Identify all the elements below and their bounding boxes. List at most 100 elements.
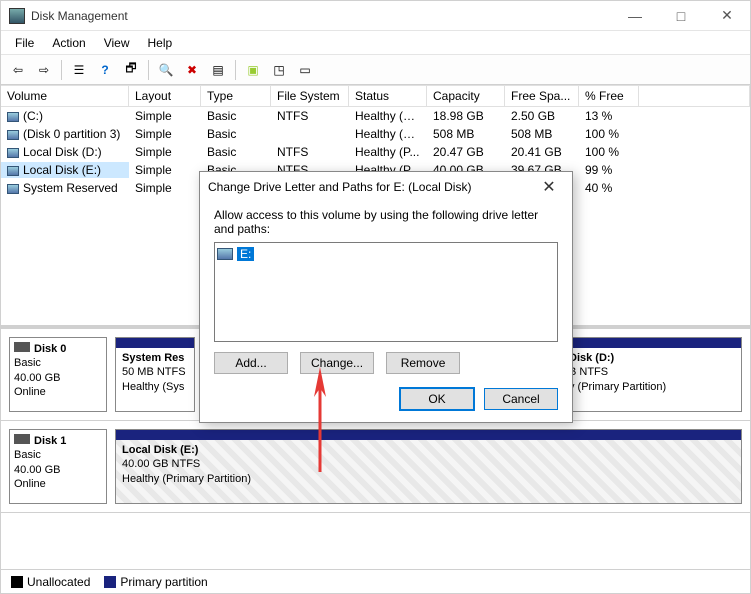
drive-icon: [217, 248, 233, 260]
col-layout[interactable]: Layout: [129, 86, 201, 106]
legend-unallocated: Unallocated: [11, 575, 90, 589]
delete-button[interactable]: ✖: [181, 59, 203, 81]
close-button[interactable]: ✕: [704, 1, 750, 31]
disk-icon: [14, 342, 30, 352]
volume-icon: [7, 112, 19, 122]
toolbar-separator: [148, 60, 149, 80]
cell-pct: 40 %: [579, 180, 639, 196]
list-button[interactable]: ▭: [294, 59, 316, 81]
forward-button[interactable]: ⇨: [33, 59, 55, 81]
dialog-titlebar[interactable]: Change Drive Letter and Paths for E: (Lo…: [200, 172, 572, 202]
change-drive-letter-dialog: Change Drive Letter and Paths for E: (Lo…: [199, 171, 573, 423]
menu-action[interactable]: Action: [44, 34, 93, 52]
col-capacity[interactable]: Capacity: [427, 86, 505, 106]
table-row[interactable]: Local Disk (D:)SimpleBasicNTFSHealthy (P…: [1, 143, 750, 161]
new-volume-button[interactable]: ▣: [242, 59, 264, 81]
dialog-text: Allow access to this volume by using the…: [214, 208, 558, 236]
list-item[interactable]: E:: [217, 245, 555, 263]
help-icon: ?: [101, 63, 108, 77]
back-button[interactable]: ⇦: [7, 59, 29, 81]
table-row[interactable]: (Disk 0 partition 3)SimpleBasicHealthy (…: [1, 125, 750, 143]
back-arrow-icon: ⇦: [13, 63, 23, 77]
cell-type: Basic: [201, 144, 271, 160]
col-free[interactable]: Free Spa...: [505, 86, 579, 106]
list-item-label: E:: [237, 247, 254, 261]
help-button[interactable]: ?: [94, 59, 116, 81]
disk-icon: [14, 434, 30, 444]
col-pct[interactable]: % Free: [579, 86, 639, 106]
cell-capacity: 20.47 GB: [427, 144, 505, 160]
volume-sub: 40.00 GB NTFS: [122, 457, 735, 471]
volume-status: Healthy (Primary Partition): [122, 472, 735, 486]
titlebar[interactable]: Disk Management — □ ✕: [1, 1, 750, 31]
volume-label: Disk (D:): [569, 351, 735, 365]
volume-system-reserved[interactable]: System Res 50 MB NTFS Healthy (Sys: [115, 337, 195, 412]
disk-status: Online: [14, 385, 102, 399]
col-pad: [639, 86, 750, 106]
volume-e[interactable]: Local Disk (E:) 40.00 GB NTFS Healthy (P…: [115, 429, 742, 504]
volume-icon: [7, 148, 19, 158]
cell-free: 508 MB: [505, 126, 579, 142]
table-row[interactable]: (C:)SimpleBasicNTFSHealthy (B...18.98 GB…: [1, 107, 750, 125]
volume-header: [116, 430, 741, 440]
layout-button[interactable]: ☰: [68, 59, 90, 81]
cell-layout: Simple: [129, 180, 201, 196]
disk-status: Online: [14, 477, 102, 491]
volume-status: y (Primary Partition): [569, 380, 735, 394]
new-volume-icon: ▣: [247, 63, 258, 77]
menu-view[interactable]: View: [96, 34, 138, 52]
volume-sub: 50 MB NTFS: [122, 365, 188, 379]
cell-capacity: 508 MB: [427, 126, 505, 142]
change-button[interactable]: Change...: [300, 352, 374, 374]
dialog-close-button[interactable]: ✕: [534, 172, 564, 202]
ok-button[interactable]: OK: [400, 388, 474, 410]
disk-name: Disk 1: [34, 435, 66, 447]
forward-arrow-icon: ⇨: [39, 63, 49, 77]
volume-header: [116, 338, 194, 348]
properties-button[interactable]: ▤: [207, 59, 229, 81]
disk-info-0[interactable]: Disk 0 Basic 40.00 GB Online: [9, 337, 107, 412]
disk-size: 40.00 GB: [14, 463, 102, 477]
disk-size: 40.00 GB: [14, 371, 102, 385]
cell-pct: 99 %: [579, 162, 639, 178]
col-fs[interactable]: File System: [271, 86, 349, 106]
layout-icon: ☰: [74, 63, 85, 77]
refresh-button[interactable]: 🗗: [120, 59, 142, 81]
minimize-button[interactable]: —: [612, 1, 658, 31]
cell-type: Basic: [201, 126, 271, 142]
remove-button[interactable]: Remove: [386, 352, 460, 374]
disk-type: Basic: [14, 448, 102, 462]
refresh-icon: 🗗: [125, 59, 136, 80]
cell-volume: Local Disk (D:): [1, 144, 129, 160]
col-volume[interactable]: Volume: [1, 86, 129, 106]
volume-d[interactable]: Disk (D:) B NTFS y (Primary Partition): [562, 337, 742, 412]
volume-icon: [7, 130, 19, 140]
delete-icon: ✖: [187, 63, 197, 77]
list-icon: ▭: [299, 63, 310, 77]
cell-free: 2.50 GB: [505, 108, 579, 124]
menu-file[interactable]: File: [7, 34, 42, 52]
cell-status: Healthy (P...: [349, 144, 427, 160]
cell-status: Healthy (B...: [349, 108, 427, 124]
volume-sub: B NTFS: [569, 365, 735, 379]
col-type[interactable]: Type: [201, 86, 271, 106]
volume-label: Local Disk (E:): [122, 443, 735, 457]
legend: Unallocated Primary partition: [1, 569, 750, 593]
drive-letter-list[interactable]: E:: [214, 242, 558, 342]
cell-capacity: 18.98 GB: [427, 108, 505, 124]
cell-layout: Simple: [129, 144, 201, 160]
cell-volume: (Disk 0 partition 3): [1, 126, 129, 142]
disk-management-window: Disk Management — □ ✕ File Action View H…: [0, 0, 751, 594]
disk-info-1[interactable]: Disk 1 Basic 40.00 GB Online: [9, 429, 107, 504]
cancel-button[interactable]: Cancel: [484, 388, 558, 410]
disk-name: Disk 0: [34, 343, 66, 355]
volume-icon: [7, 184, 19, 194]
col-status[interactable]: Status: [349, 86, 427, 106]
menu-help[interactable]: Help: [140, 34, 181, 52]
cell-volume: (C:): [1, 108, 129, 124]
add-button[interactable]: Add...: [214, 352, 288, 374]
maximize-button[interactable]: □: [658, 1, 704, 31]
disk-type: Basic: [14, 356, 102, 370]
scan-button[interactable]: 🔍: [155, 59, 177, 81]
mount-button[interactable]: ◳: [268, 59, 290, 81]
